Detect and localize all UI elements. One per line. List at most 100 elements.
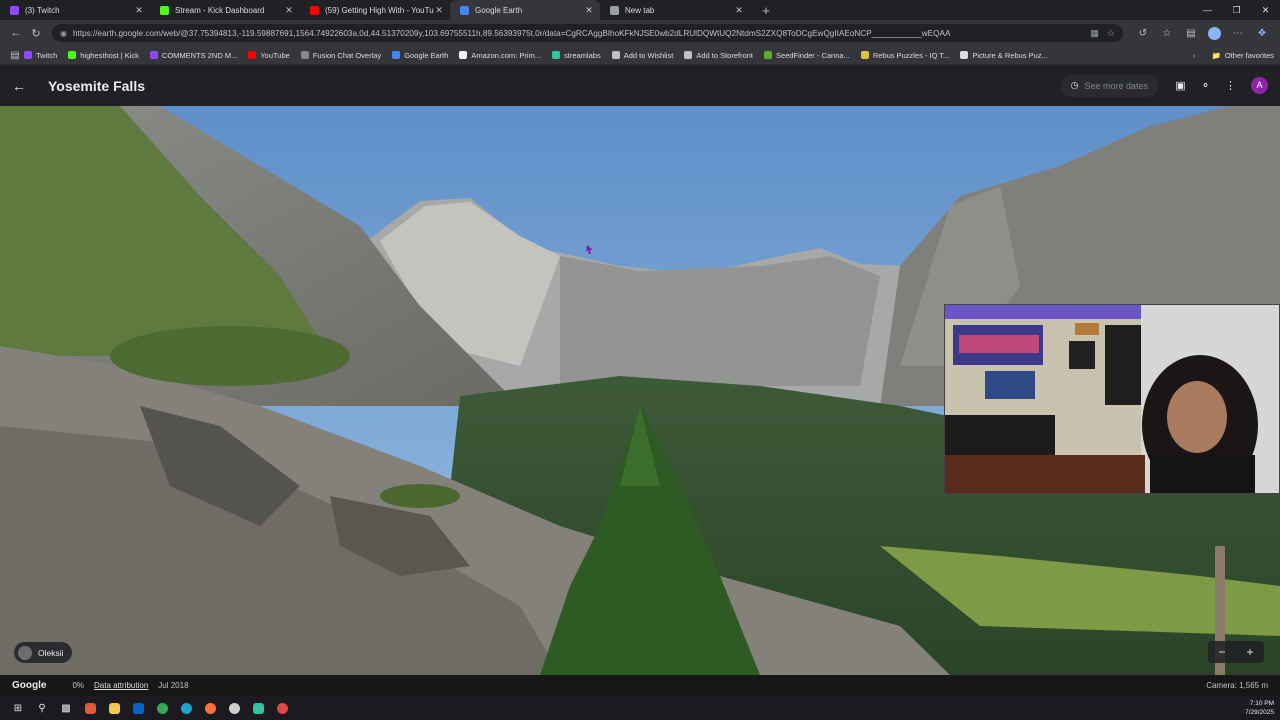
tab-favicon-icon [10,5,19,15]
earth-status-bar: Google 0% Data attribution Jul 2018 Came… [0,675,1280,696]
bookmark-item[interactable]: Rebus Puzzles - IQ T... [860,50,950,60]
bookmark-favicon-icon [552,51,561,59]
imagery-date: Jul 2018 [158,681,189,690]
google-logo: Google [12,680,47,691]
bookmark-favicon-icon [300,51,309,59]
search-icon[interactable]: ⚲ [30,699,54,717]
bookmark-item[interactable]: streamlabs [552,51,601,60]
refresh-extension-icon[interactable]: ↺ [1131,28,1155,39]
history-icon: ◷ [1070,80,1079,90]
app-icon-2[interactable] [270,699,294,717]
place-title: Yosemite Falls [48,77,146,94]
browser-tab-strip: (3) Twitch ✕ Stream - Kick Dashboard ✕ (59) … [0,0,1280,20]
minimize-icon[interactable]: — [1193,0,1222,20]
zoom-in-icon[interactable]: + [1246,645,1253,659]
tab-close-icon[interactable]: ✕ [584,5,594,16]
other-favorites[interactable]: Other favorites [1225,51,1274,60]
loading-percent: 0% [72,681,85,690]
file-explorer-icon[interactable] [102,699,126,717]
earth-header: ← Yosemite Falls ◷ See more dates ▣ ⚬ ⋮ … [0,65,1280,106]
bookmarks-bar: ▤ Twitch highesthost | Kick COMMENTS 2ND M… [0,46,1280,65]
reload-icon[interactable]: ↻ [26,27,46,40]
bookmark-favicon-icon [860,51,869,59]
bookmark-item[interactable]: SeedFinder - Canna... [764,51,850,60]
bookmark-label: Rebus Puzzles - IQ T... [872,50,950,60]
see-more-dates-button[interactable]: ◷ See more dates [1060,74,1158,97]
browser-tab[interactable]: (3) Twitch ✕ [0,0,150,20]
zoom-out-icon[interactable]: − [1218,645,1225,659]
tab-close-icon[interactable]: ✕ [734,5,744,16]
browser-tab[interactable]: (59) Getting High With - YouTube ✕ [300,0,450,20]
bookmark-item[interactable]: Add to Storefront [684,51,753,60]
bookmark-item[interactable]: Google Earth [392,51,448,60]
address-bar[interactable]: ◉ https://earth.google.com/web/@37.75394… [52,24,1123,42]
new-tab-button[interactable]: + [756,3,776,18]
system-clock[interactable]: 7:10 PM 7/29/2025 [1245,699,1274,717]
tab-title: (3) Twitch [25,5,60,15]
obs-icon[interactable] [222,699,246,717]
browser-tab[interactable]: Stream - Kick Dashboard ✕ [150,0,300,20]
window-controls: — ❐ ✕ [1193,0,1280,20]
more-vert-icon[interactable]: ⋮ [1218,79,1243,92]
bookmark-favicon-icon [248,51,257,59]
bookmark-label: Amazon.com: Prim... [471,50,542,60]
clock-time: 7:10 PM [1249,700,1274,707]
share-icon[interactable]: ⚬ [1193,79,1218,92]
see-more-dates-label: See more dates [1084,80,1148,91]
tab-close-icon[interactable]: ✕ [134,5,144,16]
tab-close-icon[interactable]: ✕ [284,5,294,16]
other-favorites-folder-icon: 📁 [1211,50,1221,60]
apps-icon[interactable]: ▦ [1090,28,1099,39]
tab-favicon-icon [610,5,619,15]
data-attribution-link[interactable]: Data attribution [94,681,148,690]
bookmark-label: Fusion Chat Overlay [312,50,382,60]
restore-icon[interactable]: ❐ [1222,0,1251,20]
edge-icon[interactable] [174,699,198,717]
windows-start-icon[interactable]: ⊞ [6,699,30,717]
browser-toolbar: ← ↻ ◉ https://earth.google.com/web/@37.7… [0,20,1280,46]
bookmark-label: highesthost | Kick [80,50,139,60]
bookmark-label: SeedFinder - Canna... [776,50,850,60]
tab-favicon-icon [460,5,469,15]
copilot-icon[interactable]: ❖ [1250,28,1274,39]
back-icon[interactable]: ← [6,27,26,39]
task-view-icon[interactable]: ▩ [54,699,78,717]
tab-title: New tab [625,5,655,15]
contributor-chip[interactable]: Oleksii [14,642,72,663]
bookmark-item[interactable]: Twitch [24,51,57,60]
bookmark-star-icon[interactable]: ☆ [1107,28,1115,39]
chrome-icon[interactable] [150,699,174,717]
browser-tab[interactable]: New tab ✕ [600,0,750,20]
capture-icon[interactable]: ▣ [1168,79,1193,92]
bookmark-item[interactable]: Picture & Rebus Puz... [960,51,1048,60]
bookmark-item[interactable]: COMMENTS 2ND M... [149,51,237,60]
bookmark-item[interactable]: highesthost | Kick [68,51,139,60]
firefox-icon[interactable] [198,699,222,717]
bookmark-label: streamlabs [564,50,601,60]
bookmark-label: YouTube [260,50,290,60]
tab-close-icon[interactable]: ✕ [434,5,444,16]
bookmark-favicon-icon [149,51,158,59]
profile-icon[interactable] [1208,26,1221,40]
bookmark-label: Add to Storefront [696,50,754,60]
menu-icon[interactable]: ⋯ [1226,28,1250,39]
bookmark-item[interactable]: Add to Wishlist [611,50,674,60]
bookmark-label: Add to Wishlist [623,50,674,60]
bookmark-item[interactable]: YouTube [248,50,290,60]
app-icon-1[interactable] [78,699,102,717]
contributor-name: Oleksii [38,647,64,658]
more-bookmarks-chevron-icon[interactable]: › [1193,51,1196,60]
browser-tab[interactable]: Google Earth ✕ [450,0,600,20]
streamlabs-icon[interactable] [246,699,270,717]
avatar[interactable]: A [1251,77,1268,94]
bookmark-favicon-icon [764,51,773,59]
back-arrow-icon[interactable]: ← [12,78,32,94]
favorites-icon[interactable]: ☆ [1155,28,1179,39]
collections-icon[interactable]: ▤ [1179,28,1203,39]
site-info-icon[interactable]: ◉ [60,29,67,38]
bookmark-item[interactable]: Fusion Chat Overlay [300,50,382,60]
close-window-icon[interactable]: ✕ [1251,0,1280,20]
workspaces-icon[interactable]: ▤ [6,50,24,61]
bookmark-item[interactable]: Amazon.com: Prim... [459,51,541,60]
outlook-icon[interactable] [126,699,150,717]
